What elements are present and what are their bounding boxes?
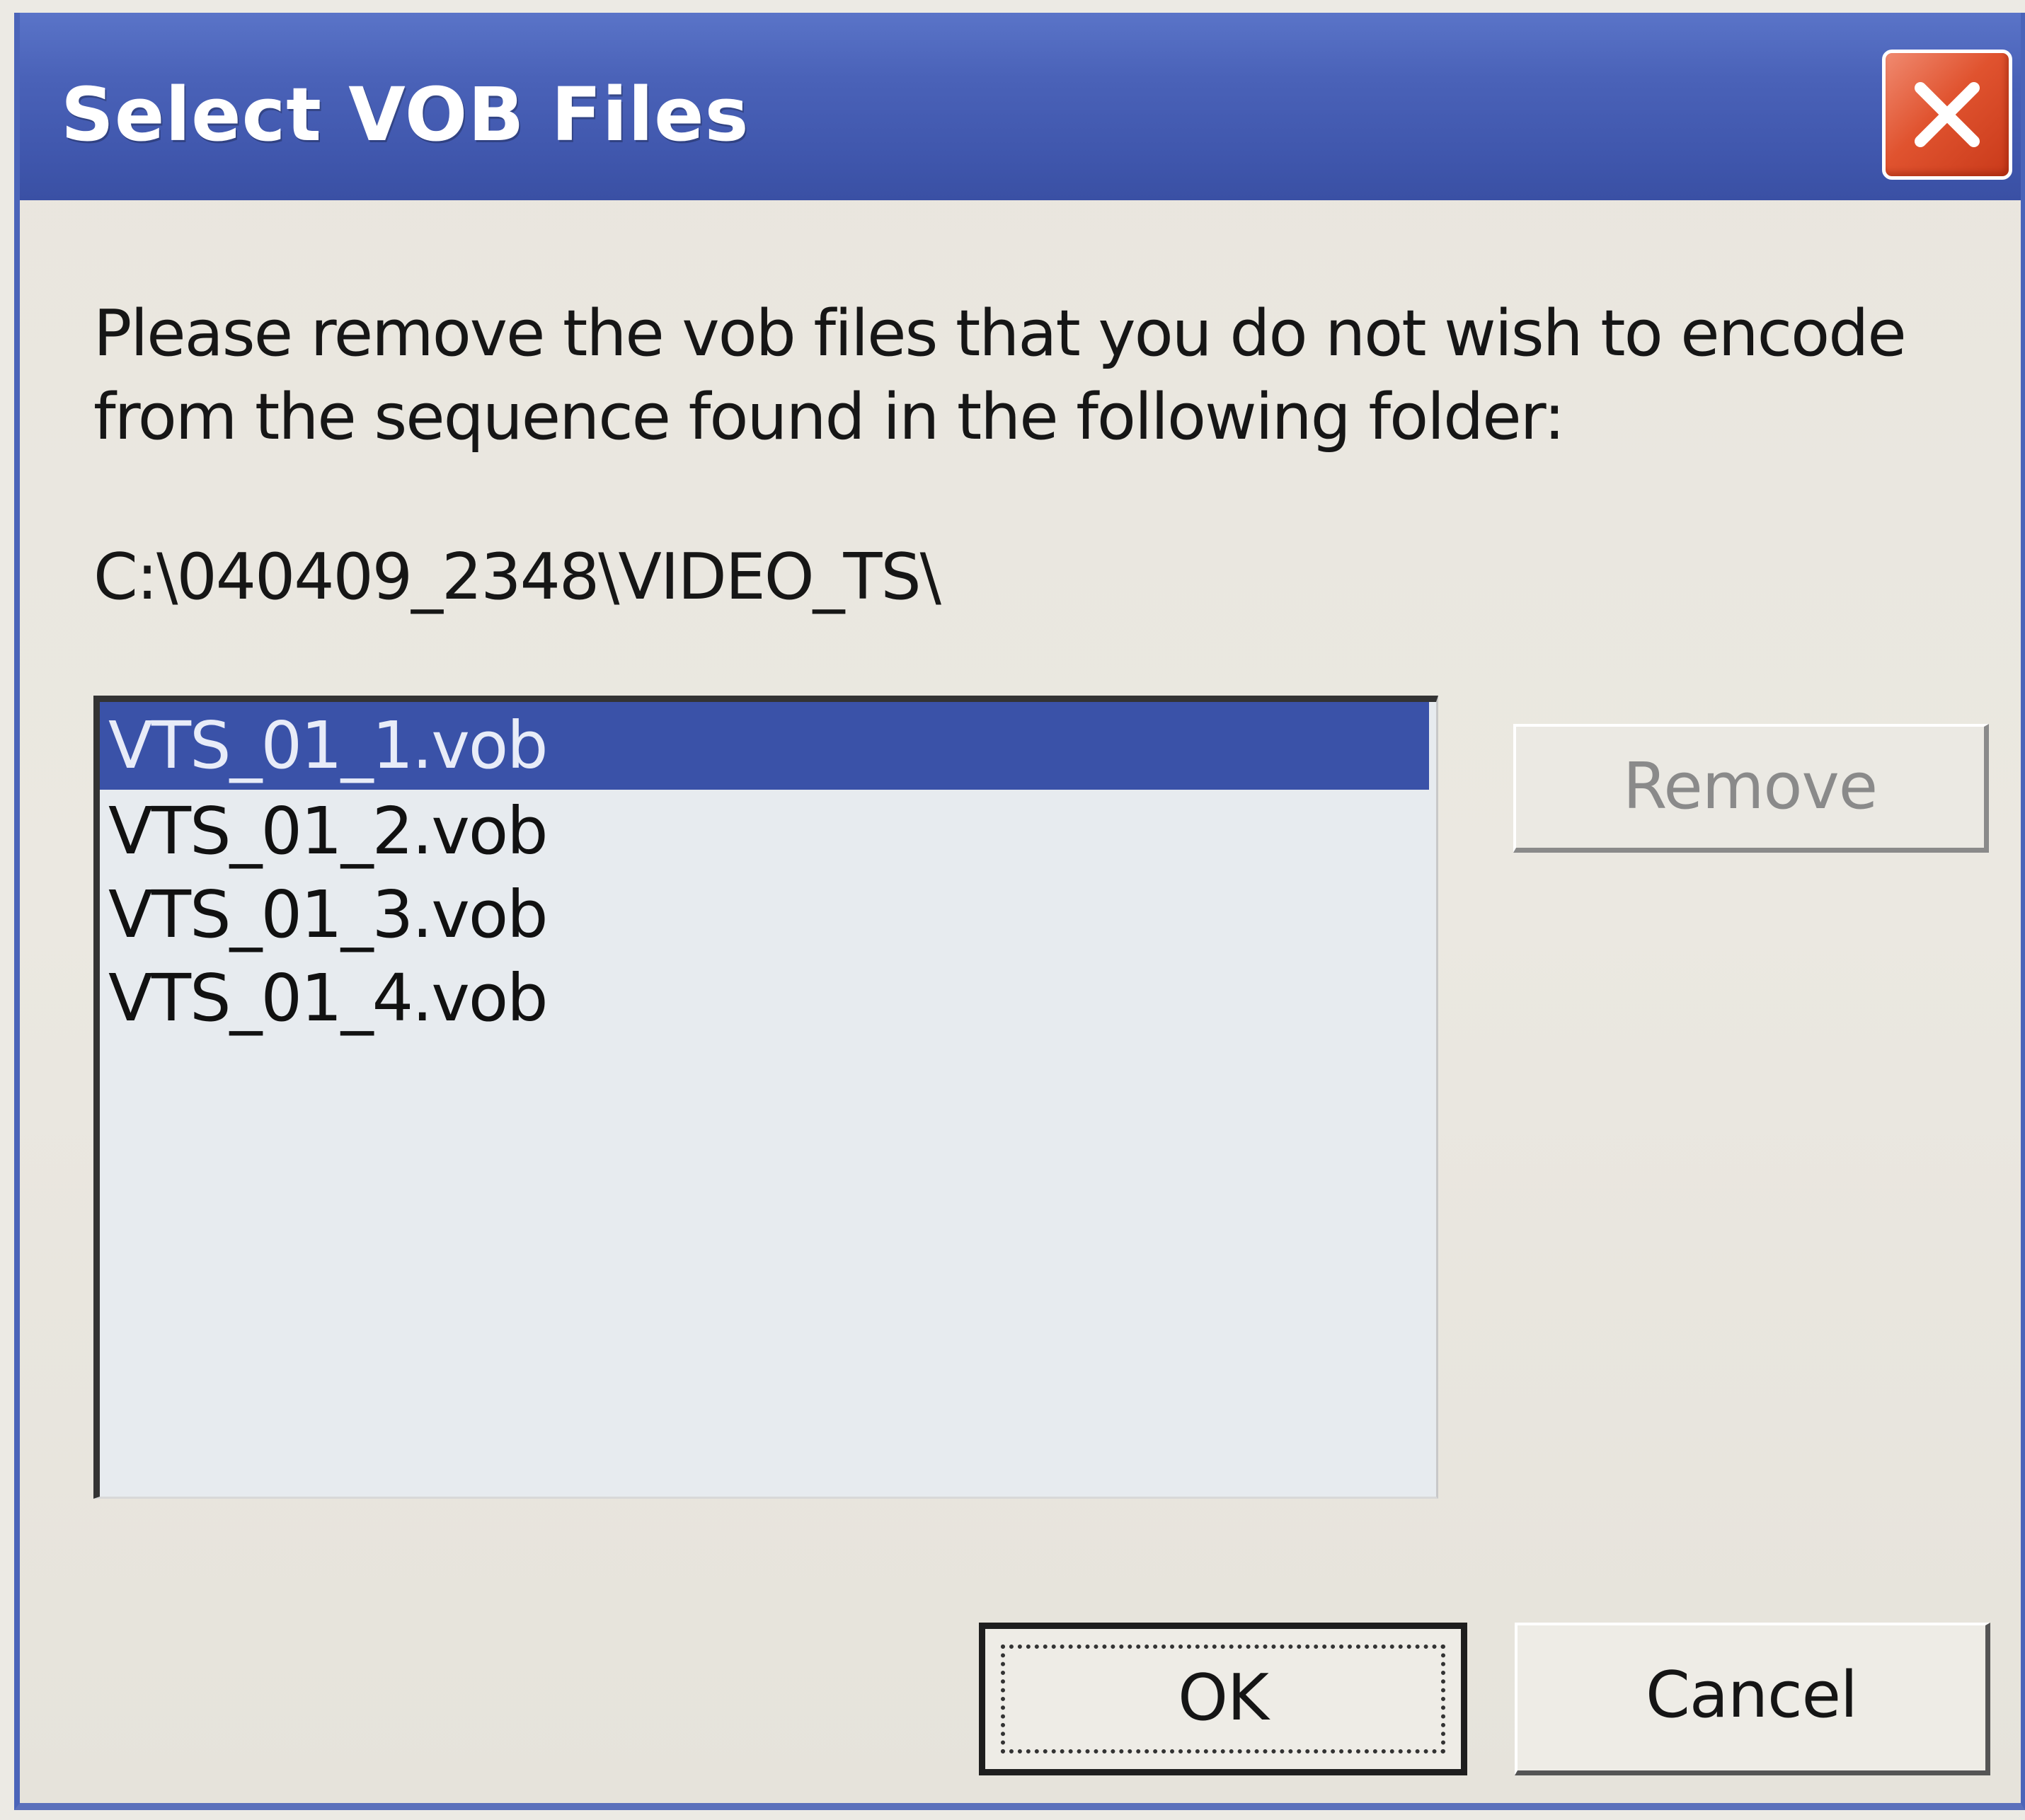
select-vob-files-dialog: Select VOB Files Please remove the vob f… bbox=[14, 13, 2025, 1810]
list-item[interactable]: VTS_01_2.vob bbox=[100, 790, 1436, 873]
folder-path: C:\040409_2348\VIDEO_TS\ bbox=[93, 540, 941, 614]
dialog-body: Please remove the vob files that you do … bbox=[20, 200, 2021, 1803]
window-title: Select VOB Files bbox=[61, 71, 750, 158]
remove-button[interactable]: Remove bbox=[1513, 724, 1989, 853]
vob-file-list[interactable]: VTS_01_1.vob VTS_01_2.vob VTS_01_3.vob V… bbox=[93, 696, 1438, 1499]
close-x-icon bbox=[1914, 81, 1980, 148]
cancel-button[interactable]: Cancel bbox=[1515, 1623, 1990, 1775]
ok-button[interactable]: OK bbox=[979, 1623, 1467, 1775]
title-bar[interactable]: Select VOB Files bbox=[20, 13, 2021, 200]
ok-button-label: OK bbox=[1178, 1661, 1269, 1735]
list-item[interactable]: VTS_01_1.vob bbox=[100, 702, 1429, 790]
instruction-text: Please remove the vob files that you do … bbox=[93, 296, 1907, 454]
list-item[interactable]: VTS_01_4.vob bbox=[100, 957, 1436, 1040]
list-item[interactable]: VTS_01_3.vob bbox=[100, 873, 1436, 957]
close-button[interactable] bbox=[1882, 50, 2012, 180]
